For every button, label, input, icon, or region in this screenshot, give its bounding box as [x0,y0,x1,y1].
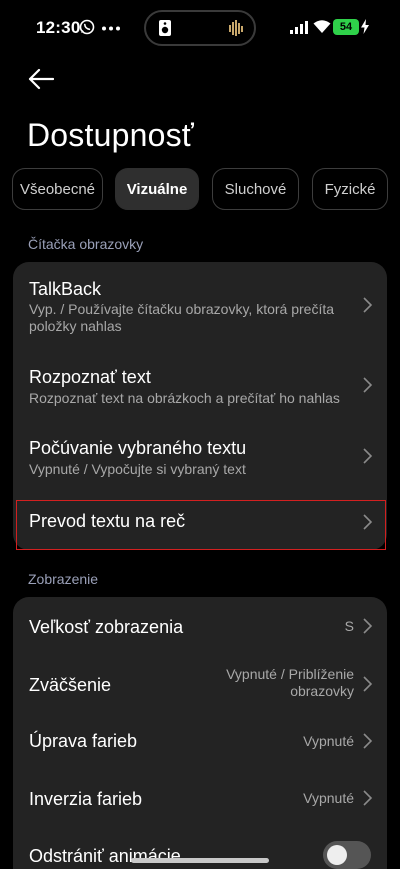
chevron-right-icon [363,733,373,749]
section-label-screen-reader: Čítačka obrazovky [28,236,144,252]
chevron-right-icon [363,618,373,634]
setting-subtitle: Vyp. / Používajte čítačku obrazovky, kto… [29,301,335,334]
category-tabs: Všeobecné Vizuálne Sluchové Fyzické [0,168,400,210]
tab-sluchove[interactable]: Sluchové [212,168,299,210]
tab-fyzicke[interactable]: Fyzické [312,168,388,210]
setting-title: Počúvanie vybraného textu [29,438,247,458]
wifi-icon [313,20,331,33]
highlight-box [16,500,386,550]
setting-recognize-text[interactable]: Rozpoznať text Rozpoznať text na obrázko… [13,348,387,418]
section-label-display: Zobrazenie [28,571,99,587]
setting-subtitle: Rozpoznať text na obrázkoch a prečítať h… [29,390,340,406]
setting-magnification[interactable]: Zväčšenie Vypnuté / Priblíženie obrazovk… [13,655,387,712]
chevron-right-icon [363,448,373,464]
setting-value: Vypnuté [303,733,354,749]
home-indicator[interactable] [131,858,269,863]
whatsapp-icon [79,19,95,35]
setting-select-to-speak[interactable]: Počúvanie vybraného textu Vypnuté / Vypo… [13,418,387,494]
setting-title: TalkBack [29,279,102,299]
tab-vizualne[interactable]: Vizuálne [115,168,199,210]
battery-indicator: 54 [333,19,359,35]
setting-title: Inverzia farieb [29,789,143,809]
chevron-right-icon [363,377,373,393]
display-card: Veľkosť zobrazenia S Zväčšenie Vypnuté /… [13,597,387,869]
status-time: 12:30 [36,18,81,37]
chevron-right-icon [363,790,373,806]
setting-subtitle: Vypnuté / Vypočujte si vybraný text [29,461,246,477]
remove-animations-toggle[interactable] [323,841,371,869]
setting-title: Zväčšenie [29,675,112,695]
page-title: Dostupnosť [27,117,194,153]
back-button[interactable] [24,62,58,96]
setting-color-inversion[interactable]: Inverzia farieb Vypnuté [13,770,387,827]
setting-value: S [344,618,354,634]
setting-talkback[interactable]: TalkBack Vyp. / Používajte čítačku obraz… [13,262,387,348]
setting-title: Odstrániť animácie [29,846,181,866]
chevron-right-icon [363,676,373,692]
tab-vseobecne[interactable]: Všeobecné [12,168,103,210]
charging-icon [361,19,369,34]
signal-icon [290,21,308,34]
status-bar: 12:30 54 [0,0,400,56]
more-icon [102,26,120,31]
dynamic-island[interactable] [144,10,256,46]
setting-display-size[interactable]: Veľkosť zobrazenia S [13,597,387,655]
speaker-icon [159,20,171,36]
chevron-right-icon [363,297,373,313]
setting-title: Úprava farieb [29,731,138,751]
setting-title: Veľkosť zobrazenia [29,617,184,637]
setting-title: Rozpoznať text [29,367,151,387]
back-arrow-icon [28,68,54,90]
toggle-knob [327,845,347,865]
equalizer-icon [229,20,243,36]
setting-value: Vypnuté / Priblíženie obrazovky [226,666,354,699]
setting-value: Vypnuté [303,790,354,806]
setting-color-correction[interactable]: Úprava farieb Vypnuté [13,712,387,770]
